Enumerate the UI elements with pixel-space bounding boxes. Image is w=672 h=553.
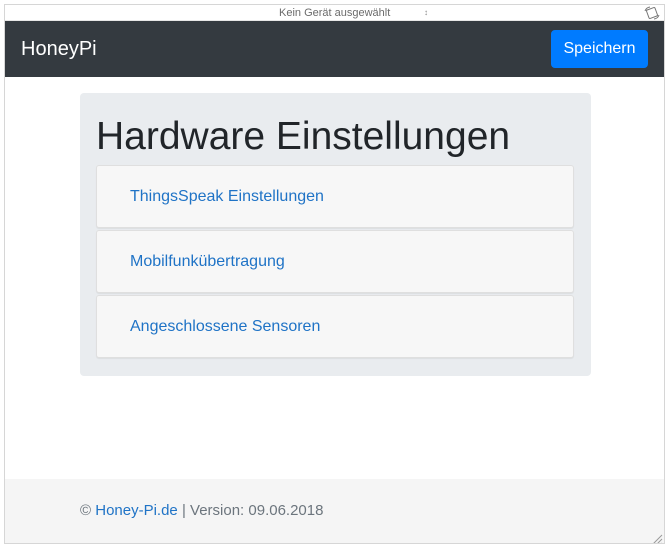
thingspeak-settings-link[interactable]: ThingsSpeak Einstellungen	[130, 166, 324, 227]
card-thingspeak: ThingsSpeak Einstellungen	[96, 165, 574, 228]
device-select[interactable]: Kein Gerät ausgewählt	[279, 6, 390, 20]
connected-sensors-link[interactable]: Angeschlossene Sensoren	[130, 296, 320, 357]
copyright-symbol: ©	[80, 502, 92, 519]
device-toolbar: Kein Gerät ausgewählt ↕	[5, 5, 664, 21]
device-select-caret-icon[interactable]: ↕	[424, 6, 428, 20]
navbar-brand[interactable]: HoneyPi	[21, 21, 97, 77]
version-text: | Version: 09.06.2018	[181, 502, 324, 519]
page-title: Hardware Einstellungen	[96, 115, 511, 158]
browser-viewport: Kein Gerät ausgewählt ↕ HoneyPi Speicher…	[4, 4, 665, 544]
rotate-device-icon[interactable]	[644, 6, 660, 20]
save-button[interactable]: Speichern	[551, 30, 648, 68]
settings-panel: Hardware Einstellungen ThingsSpeak Einst…	[80, 93, 591, 376]
homepage-link[interactable]: Honey-Pi.de	[95, 502, 178, 519]
card-mobile: Mobilfunkübertragung	[96, 230, 574, 293]
footer-text: © Honey-Pi.de | Version: 09.06.2018	[80, 502, 323, 519]
footer: © Honey-Pi.de | Version: 09.06.2018	[5, 479, 664, 543]
card-sensors: Angeschlossene Sensoren	[96, 295, 574, 358]
navbar: HoneyPi Speichern	[5, 21, 664, 77]
resize-grip-icon[interactable]	[651, 532, 663, 543]
mobile-transmission-link[interactable]: Mobilfunkübertragung	[130, 231, 285, 292]
